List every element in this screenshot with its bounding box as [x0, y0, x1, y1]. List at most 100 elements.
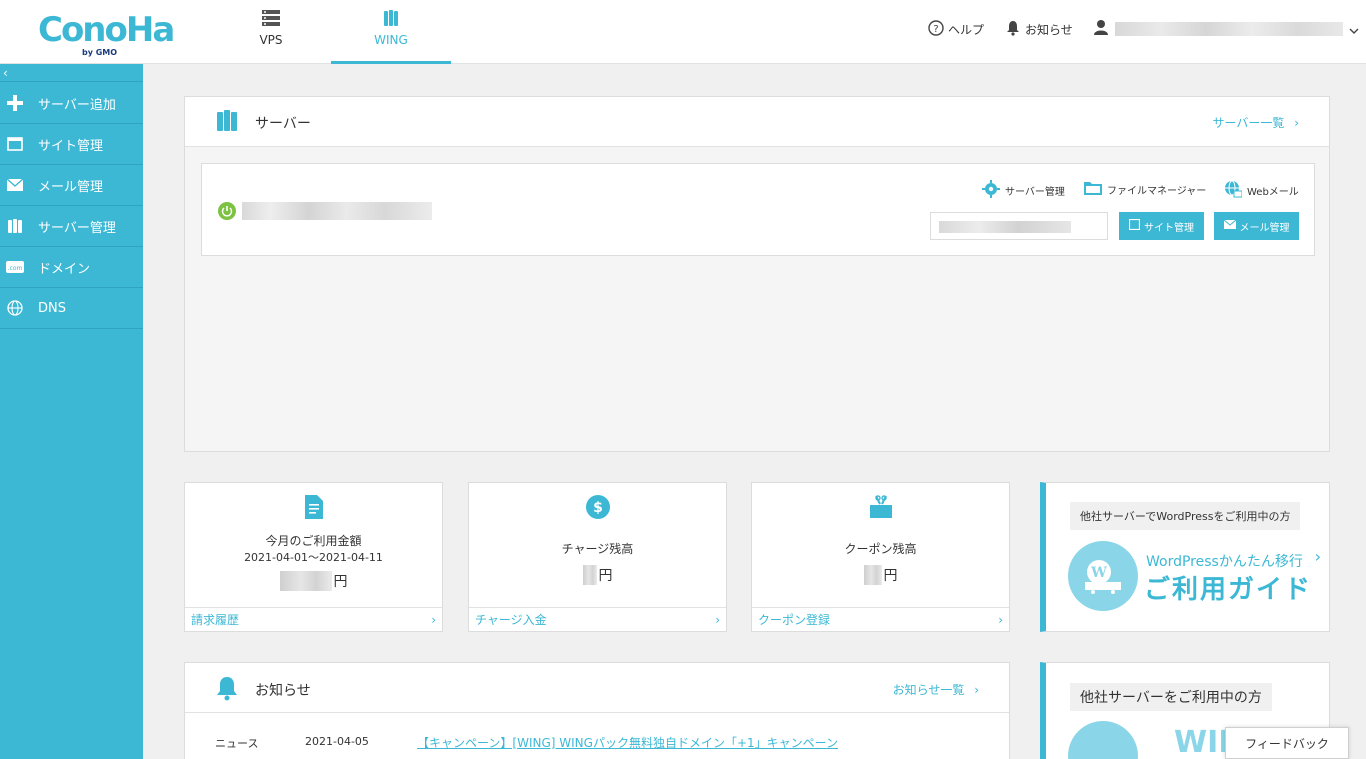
- sidebar-item-label: メール管理: [38, 179, 104, 195]
- server-panel-title: サーバー: [255, 116, 311, 132]
- server-panel-header: サーバー サーバー一覧 ›: [185, 97, 1329, 147]
- feedback-button[interactable]: フィードバック: [1225, 727, 1349, 759]
- billing-history-label: 請求履歴: [191, 613, 240, 627]
- tab-vps-label: VPS: [259, 33, 283, 47]
- sidebar-item-dns[interactable]: DNS: [0, 288, 143, 329]
- help-link[interactable]: ? ヘルプ: [928, 19, 984, 39]
- news-list-link-label: お知らせ一覧: [892, 683, 965, 697]
- news-category: ニュース: [215, 737, 259, 750]
- window-icon: [1128, 218, 1141, 233]
- chevron-right-icon: ›: [431, 612, 436, 627]
- svg-text:.com: .com: [8, 265, 23, 272]
- svg-text:?: ?: [933, 24, 938, 35]
- usage-period: 2021-04-01～2021-04-11: [244, 551, 383, 564]
- usage-amount-value: 円: [185, 571, 442, 591]
- charge-balance-card: $ チャージ残高 円 チャージ入金 ›: [468, 482, 727, 632]
- domain-select[interactable]: [930, 212, 1108, 240]
- chevron-right-icon: ›: [1294, 116, 1299, 130]
- sidebar-item-label: サーバー管理: [38, 220, 116, 236]
- wing-server-icon: [381, 9, 401, 27]
- webmail-label: Webメール: [1247, 187, 1299, 198]
- news-headline-link[interactable]: 【キャンペーン】[WING] WINGパック無料独自ドメイン「+1」キャンペーン: [417, 734, 838, 751]
- coupon-balance-card: クーポン残高 円 クーポン登録 ›: [751, 482, 1010, 632]
- sidebar-item-label: サーバー追加: [38, 97, 116, 113]
- file-manager-label: ファイルマネージャー: [1107, 186, 1207, 197]
- power-on-icon: [218, 202, 236, 220]
- truck-icon: [1068, 721, 1138, 759]
- chevron-down-icon: [1349, 20, 1359, 39]
- sidebar-item-server-manage[interactable]: サーバー管理: [0, 206, 143, 247]
- news-panel-title: お知らせ: [255, 683, 311, 699]
- sidebar-item-domain[interactable]: .com ドメイン: [0, 247, 143, 288]
- coupon-balance-value: 円: [752, 565, 1009, 585]
- conoha-logo[interactable]: ConoHa by GMO: [38, 10, 175, 57]
- usage-amount-card: 今月のご利用金額 2021-04-01～2021-04-11 円 請求履歴 ›: [184, 482, 443, 632]
- charge-deposit-link[interactable]: チャージ入金 ›: [469, 607, 726, 631]
- sidebar-item-mail-manage[interactable]: メール管理: [0, 165, 143, 206]
- notice-link[interactable]: お知らせ: [1005, 20, 1073, 38]
- coupon-balance-blurred: [863, 565, 882, 585]
- news-item: ニュース 2021-04-05 【キャンペーン】[WING] WINGパック無料…: [185, 713, 1009, 759]
- notice-label: お知らせ: [1025, 22, 1073, 37]
- envelope-icon: [6, 177, 24, 193]
- site-manage-button[interactable]: サイト管理: [1119, 212, 1204, 240]
- news-panel-header: お知らせ お知らせ一覧 ›: [185, 663, 1009, 713]
- mail-manage-button-label: メール管理: [1239, 222, 1290, 234]
- sidebar-item-add-server[interactable]: サーバー追加: [0, 83, 143, 124]
- charge-balance-blurred: [582, 565, 597, 585]
- user-name-blurred: [1115, 22, 1343, 36]
- news-list-link[interactable]: お知らせ一覧 ›: [893, 681, 979, 698]
- chevron-right-icon: ›: [974, 683, 979, 697]
- server-panel: サーバー サーバー一覧 › サーバー管理 ファイルマネージャー Webメール サ…: [184, 96, 1330, 452]
- globe-icon: [6, 300, 24, 316]
- usage-amount-unit: 円: [333, 574, 348, 590]
- wordpress-truck-icon: W: [1068, 541, 1138, 611]
- wordpress-banner-line2: ご利用ガイド: [1144, 575, 1313, 605]
- usage-amount-blurred: [279, 571, 332, 591]
- bell-icon: [1005, 20, 1021, 39]
- tab-wing[interactable]: WING: [331, 0, 451, 64]
- sidebar-item-label: サイト管理: [38, 138, 104, 154]
- coupon-icon: [867, 493, 895, 521]
- webmail-globe-icon: [1224, 180, 1243, 201]
- server-manage-label: サーバー管理: [1005, 187, 1065, 198]
- charge-balance-title: チャージ残高: [561, 542, 634, 556]
- billing-history-link[interactable]: 請求履歴 ›: [185, 607, 442, 631]
- sidebar-collapse-button[interactable]: ‹: [0, 64, 143, 82]
- news-panel: お知らせ お知らせ一覧 › ニュース 2021-04-05 【キャンペーン】[W…: [184, 662, 1010, 759]
- webmail-link[interactable]: Webメール: [1224, 180, 1299, 201]
- coupon-register-link[interactable]: クーポン登録 ›: [752, 607, 1009, 631]
- charge-balance-value: 円: [469, 565, 726, 585]
- folder-icon: [1084, 180, 1102, 199]
- server-manage-link[interactable]: サーバー管理: [982, 180, 1065, 201]
- user-menu[interactable]: [1093, 20, 1359, 38]
- sidebar-item-label: ドメイン: [38, 261, 91, 277]
- chevron-right-icon: ›: [1314, 547, 1321, 566]
- svg-text:W: W: [1090, 565, 1107, 581]
- help-icon: ?: [928, 19, 944, 39]
- server-card: サーバー管理 ファイルマネージャー Webメール サイト管理 メール管理: [201, 163, 1315, 256]
- envelope-icon: [1223, 219, 1236, 232]
- svg-text:$: $: [593, 500, 603, 516]
- sidebar-item-site-manage[interactable]: サイト管理: [0, 124, 143, 165]
- sidebar: ‹ サーバー追加 サイト管理 メール管理 サーバー管理 .com ドメイン DN…: [0, 64, 143, 759]
- logo-text: ConoHa: [38, 10, 175, 50]
- wordpress-migration-banner[interactable]: 他社サーバーでWordPressをご利用中の方 W WordPressかんたん移…: [1040, 482, 1330, 632]
- wordpress-banner-tag: 他社サーバーでWordPressをご利用中の方: [1070, 502, 1301, 530]
- charge-balance-unit: 円: [598, 568, 613, 584]
- logo-sub: by GMO: [82, 48, 118, 57]
- news-date: 2021-04-05: [305, 735, 369, 748]
- wordpress-banner-line1: WordPressかんたん移行: [1146, 554, 1303, 570]
- plus-icon: [6, 95, 24, 111]
- coupon-balance-unit: 円: [883, 568, 898, 584]
- chevron-right-icon: ›: [998, 612, 1003, 627]
- tab-vps[interactable]: VPS: [211, 0, 331, 64]
- server-list-link[interactable]: サーバー一覧 ›: [1212, 114, 1299, 131]
- sidebar-item-label: DNS: [38, 300, 66, 316]
- coupon-register-label: クーポン登録: [758, 613, 831, 627]
- server-list-link-label: サーバー一覧: [1212, 116, 1285, 130]
- file-manager-link[interactable]: ファイルマネージャー: [1084, 180, 1206, 199]
- server-rack-icon: [261, 9, 281, 27]
- mail-manage-button[interactable]: メール管理: [1214, 212, 1299, 240]
- server-name-blurred: [242, 202, 432, 220]
